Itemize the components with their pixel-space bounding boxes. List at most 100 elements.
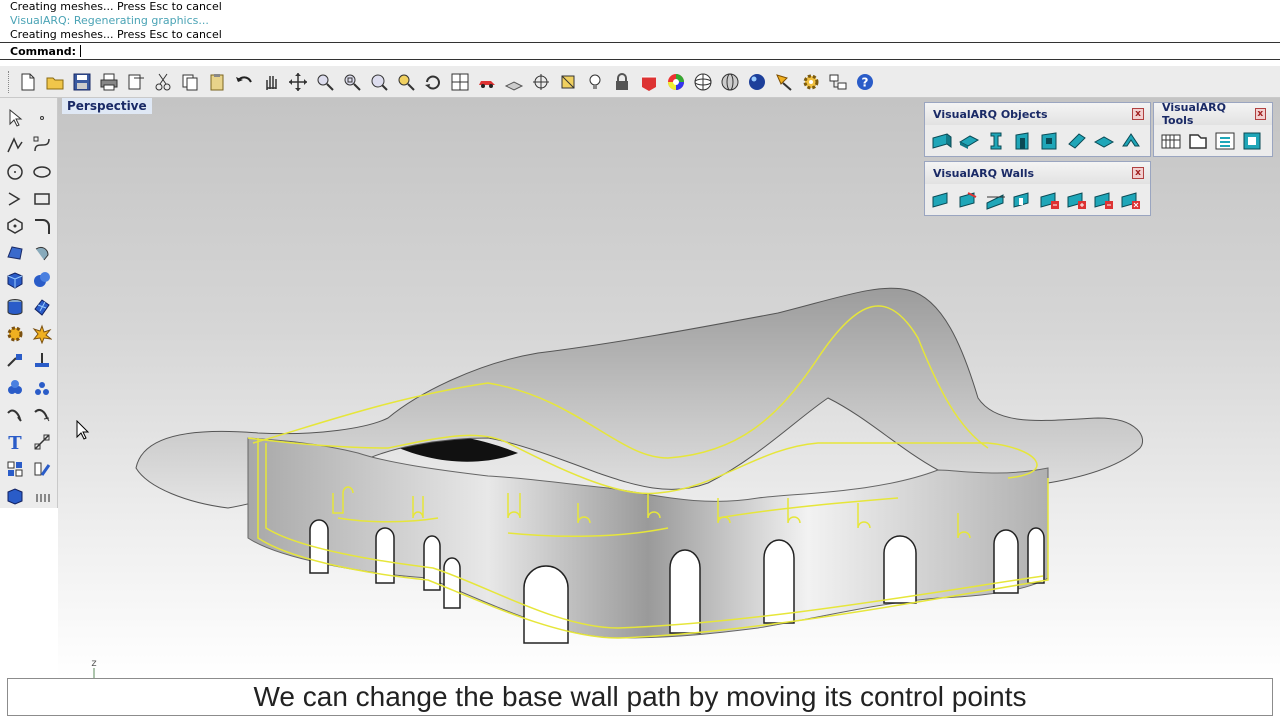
render-icon[interactable]: [771, 69, 797, 95]
dimension-icon[interactable]: [30, 430, 54, 454]
revolve-icon[interactable]: [30, 241, 54, 265]
circle-icon[interactable]: [3, 160, 27, 184]
text-caret: [80, 45, 82, 57]
paste-icon[interactable]: [204, 69, 230, 95]
axis-gizmo: z y x: [91, 658, 97, 678]
new-file-icon[interactable]: [15, 69, 41, 95]
toolbar-grip[interactable]: [8, 70, 11, 93]
rectangle-icon[interactable]: [30, 187, 54, 211]
array-icon[interactable]: [30, 376, 54, 400]
explode-icon[interactable]: [30, 322, 54, 346]
panel-title: VisualARQ Walls: [933, 166, 1035, 180]
va-roof-icon[interactable]: [1119, 129, 1143, 153]
box-icon[interactable]: [3, 268, 27, 292]
command-line[interactable]: Command:: [0, 42, 1280, 60]
svg-text:T: T: [9, 433, 23, 452]
trim-icon[interactable]: [3, 403, 27, 427]
wall-add-icon[interactable]: [930, 188, 954, 212]
curve-icon[interactable]: [30, 133, 54, 157]
zoom-extents-icon[interactable]: [366, 69, 392, 95]
viewport-layout-icon[interactable]: [447, 69, 473, 95]
lock-icon[interactable]: [609, 69, 635, 95]
va-building-icon[interactable]: [1159, 129, 1183, 153]
open-folder-icon[interactable]: [42, 69, 68, 95]
options-icon[interactable]: [825, 69, 851, 95]
save-icon[interactable]: [69, 69, 95, 95]
main-toolbar: ?: [0, 66, 1280, 98]
boolean-icon[interactable]: [30, 268, 54, 292]
toolbar-more-icon[interactable]: [30, 484, 54, 508]
split-icon[interactable]: [30, 403, 54, 427]
zoom-window-icon[interactable]: [339, 69, 365, 95]
va-plan-icon[interactable]: [1186, 129, 1210, 153]
lightbulb-icon[interactable]: [582, 69, 608, 95]
surface-icon[interactable]: [3, 241, 27, 265]
zoom-selected-icon[interactable]: [393, 69, 419, 95]
copy-icon[interactable]: [177, 69, 203, 95]
va-space-icon[interactable]: [1092, 129, 1116, 153]
align-icon[interactable]: [30, 349, 54, 373]
cut-icon[interactable]: [150, 69, 176, 95]
sphere-render-icon[interactable]: [744, 69, 770, 95]
arc-icon[interactable]: [3, 187, 27, 211]
wall-profile-icon[interactable]: [984, 188, 1008, 212]
help-icon[interactable]: ?: [852, 69, 878, 95]
osnap-icon[interactable]: [555, 69, 581, 95]
group-icon[interactable]: [3, 376, 27, 400]
va-slab-icon[interactable]: [957, 129, 981, 153]
wall-add-opening-icon[interactable]: [1065, 188, 1089, 212]
rotate-view-icon[interactable]: [420, 69, 446, 95]
select-arrow-icon[interactable]: [3, 106, 27, 130]
viewport-title[interactable]: Perspective: [62, 98, 152, 114]
point-icon[interactable]: [30, 106, 54, 130]
print-icon[interactable]: [96, 69, 122, 95]
visualarq-walls-panel[interactable]: VisualARQ Walls x: [924, 161, 1151, 216]
close-icon[interactable]: x: [1132, 167, 1144, 179]
wall-delete-icon[interactable]: [1119, 188, 1143, 212]
polygon-icon[interactable]: [3, 214, 27, 238]
va-window-icon[interactable]: [1038, 129, 1062, 153]
close-icon[interactable]: x: [1132, 108, 1144, 120]
sphere-shaded-icon[interactable]: [717, 69, 743, 95]
va-beam-icon[interactable]: [1065, 129, 1089, 153]
va-list-icon[interactable]: [1213, 129, 1237, 153]
layer-icon[interactable]: [636, 69, 662, 95]
wall-remove-icon[interactable]: [1038, 188, 1062, 212]
color-wheel-icon[interactable]: [663, 69, 689, 95]
settings-gear-icon[interactable]: [798, 69, 824, 95]
undo-icon[interactable]: [231, 69, 257, 95]
move-icon[interactable]: [3, 349, 27, 373]
va-column-icon[interactable]: [984, 129, 1008, 153]
import-icon[interactable]: [123, 69, 149, 95]
polyline-icon[interactable]: [3, 133, 27, 157]
analyze-icon[interactable]: [30, 457, 54, 481]
zoom-icon[interactable]: [312, 69, 338, 95]
history-line: Creating meshes... Press Esc to cancel: [10, 0, 222, 13]
visualarq-objects-panel[interactable]: VisualARQ Objects x: [924, 102, 1151, 157]
text-icon[interactable]: T: [3, 430, 27, 454]
move-view-icon[interactable]: [285, 69, 311, 95]
wall-join-icon[interactable]: [957, 188, 981, 212]
pan-hand-icon[interactable]: [258, 69, 284, 95]
ellipse-icon[interactable]: [30, 160, 54, 184]
block-icon[interactable]: [3, 457, 27, 481]
snap-point-icon[interactable]: [528, 69, 554, 95]
panel-title: VisualARQ Objects: [933, 107, 1048, 121]
va-section-icon[interactable]: [1240, 129, 1264, 153]
wall-opening-icon[interactable]: [1011, 188, 1035, 212]
mesh-icon[interactable]: [30, 295, 54, 319]
car-icon[interactable]: [474, 69, 500, 95]
visualarq-tools-panel[interactable]: VisualARQ Tools x: [1153, 101, 1273, 157]
history-line: VisualARQ: Regenerating graphics...: [10, 14, 209, 27]
cylinder-icon[interactable]: [3, 295, 27, 319]
solid-box-icon[interactable]: [3, 484, 27, 508]
sphere-wire-icon[interactable]: [690, 69, 716, 95]
grid-icon[interactable]: [501, 69, 527, 95]
va-door-icon[interactable]: [1011, 129, 1035, 153]
transform-gear-icon[interactable]: [3, 322, 27, 346]
va-wall-icon[interactable]: [930, 129, 954, 153]
close-icon[interactable]: x: [1254, 108, 1266, 120]
caption-subtitle: We can change the base wall path by movi…: [7, 678, 1273, 716]
wall-subtract-icon[interactable]: [1092, 188, 1116, 212]
fillet-icon[interactable]: [30, 214, 54, 238]
